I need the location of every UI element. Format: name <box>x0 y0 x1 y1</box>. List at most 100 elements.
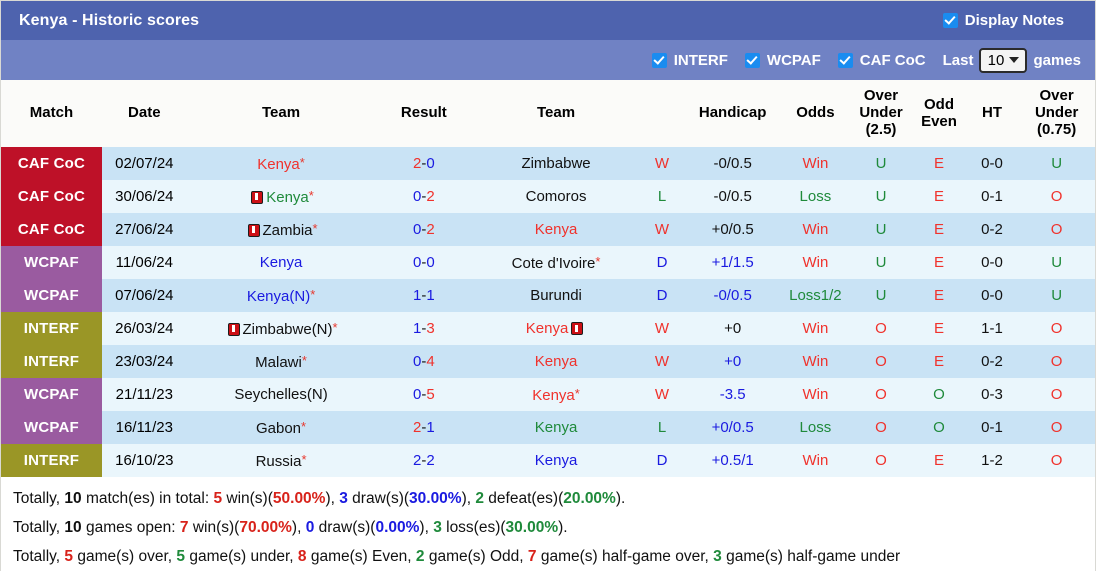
away-team-cell[interactable]: Kenya <box>472 444 640 477</box>
home-team-cell[interactable]: Malawi* <box>186 345 376 378</box>
half-time-score: 0-2 <box>965 213 1019 246</box>
summary-footer: Totally, 10 match(es) in total: 5 win(s)… <box>1 477 1095 577</box>
away-team-cell[interactable]: Cote d'Ivoire* <box>472 246 640 279</box>
home-team-cell[interactable]: Russia* <box>186 444 376 477</box>
odd-even-value: E <box>912 345 966 378</box>
away-team-cell[interactable]: Kenya <box>472 312 640 345</box>
competition-badge[interactable]: CAF CoC <box>1 180 102 213</box>
score-away: 1 <box>426 419 435 436</box>
competition-badge[interactable]: INTERF <box>1 444 102 477</box>
table-row[interactable]: WCPAF 07/06/24 Kenya(N)* 1-1 Burundi D -0/0.5 L… <box>1 279 1095 312</box>
handicap-value: +0 <box>684 312 782 345</box>
table-row[interactable]: WCPAF 16/11/23 Gabon* 2-1 Kenya L +0/0.5 Loss O O… <box>1 411 1095 444</box>
odds-result: Win <box>781 444 850 477</box>
away-team-cell[interactable]: Kenya <box>472 345 640 378</box>
score-away: 1 <box>426 287 435 304</box>
checkbox-icon[interactable] <box>744 52 760 68</box>
team-name: Burundi <box>530 287 582 304</box>
competition-badge[interactable]: INTERF <box>1 345 102 378</box>
away-team-cell[interactable]: Comoros <box>472 180 640 213</box>
competition-badge[interactable]: CAF CoC <box>1 147 102 180</box>
table-row[interactable]: CAF CoC 27/06/24 Zambia* 0-2 Kenya W +0/0.5 Win… <box>1 213 1095 246</box>
asterisk-marker: * <box>308 187 314 203</box>
away-team-cell[interactable]: Zimbabwe <box>472 147 640 180</box>
competition-badge[interactable]: WCPAF <box>1 246 102 279</box>
col-wld <box>639 80 685 147</box>
half-time-score: 0-3 <box>965 378 1019 411</box>
filter-interf[interactable]: INTERF <box>651 52 728 69</box>
result-score[interactable]: 0-4 <box>375 345 473 378</box>
team-name: Kenya <box>532 386 575 404</box>
result-score[interactable]: 1-1 <box>375 279 473 312</box>
away-team-cell[interactable]: Kenya* <box>472 378 640 411</box>
table-row[interactable]: WCPAF 21/11/23 Seychelles(N) 0-5 Kenya* W -3.5… <box>1 378 1095 411</box>
home-team-cell[interactable]: Kenya* <box>186 147 376 180</box>
competition-badge[interactable]: WCPAF <box>1 279 102 312</box>
asterisk-marker: * <box>301 451 307 467</box>
last-games-select[interactable]: 10 <box>979 47 1028 73</box>
handicap-value: +0/0.5 <box>684 411 782 444</box>
result-score[interactable]: 0-5 <box>375 378 473 411</box>
summary-fragment: ). <box>558 519 568 537</box>
home-team-cell[interactable]: Kenya* <box>186 180 376 213</box>
competition-badge[interactable]: CAF CoC <box>1 213 102 246</box>
home-team-cell[interactable]: Seychelles(N) <box>186 378 376 411</box>
result-score[interactable]: 2-1 <box>375 411 473 444</box>
result-score[interactable]: 1-3 <box>375 312 473 345</box>
result-score[interactable]: 0-2 <box>375 180 473 213</box>
result-score[interactable]: 0-2 <box>375 213 473 246</box>
home-team-cell[interactable]: Gabon* <box>186 411 376 444</box>
table-row[interactable]: INTERF 26/03/24 Zimbabwe(N)* 1-3 Kenya W +0 Win… <box>1 312 1095 345</box>
summary-fragment: 5 <box>64 548 74 566</box>
away-team-cell[interactable]: Burundi <box>472 279 640 312</box>
result-score[interactable]: 2-0 <box>375 147 473 180</box>
away-team-cell[interactable]: Kenya <box>472 411 640 444</box>
team-name: Gabon <box>255 419 302 437</box>
display-notes-toggle[interactable]: Display Notes <box>942 12 1064 29</box>
competition-badge[interactable]: WCPAF <box>1 378 102 411</box>
over-under-25-value: U <box>849 279 913 312</box>
summary-fragment: Totally, <box>13 519 65 537</box>
col-line: (2.5) <box>865 120 897 138</box>
home-team-cell[interactable]: Kenya <box>186 246 376 279</box>
checkbox-icon[interactable] <box>942 13 958 28</box>
away-team-cell[interactable]: Kenya <box>472 213 640 246</box>
odds-result: Win <box>781 246 850 279</box>
team-name: Russia <box>255 452 302 470</box>
over-under-075-value: O <box>1018 378 1095 411</box>
result-score[interactable]: 0-0 <box>375 246 473 279</box>
odd-even-value: O <box>912 378 966 411</box>
summary-fragment: 50.00% <box>272 490 326 507</box>
result-score[interactable]: 2-2 <box>375 444 473 477</box>
summary-fragment: 8 <box>297 548 307 566</box>
col-team-away: Team <box>472 80 640 147</box>
table-row[interactable]: CAF CoC 02/07/24 Kenya* 2-0 Zimbabwe W -0/0.5 W… <box>1 147 1095 180</box>
home-team-cell[interactable]: Zimbabwe(N)* <box>186 312 376 345</box>
table-row[interactable]: INTERF 23/03/24 Malawi* 0-4 Kenya W +0 Win O E 0-2… <box>1 345 1095 378</box>
table-row[interactable]: WCPAF 11/06/24 Kenya 0-0 Cote d'Ivoire* D +1/1… <box>1 246 1095 279</box>
table-row[interactable]: CAF CoC 30/06/24 Kenya* 0-2 Comoros L -0/0.5 Lo… <box>1 180 1095 213</box>
filter-bar: INTERF WCPAF CAF CoC Last 10 games <box>1 40 1095 80</box>
competition-badge[interactable]: WCPAF <box>1 411 102 444</box>
filter-wcpaf[interactable]: WCPAF <box>744 52 821 69</box>
asterisk-marker: * <box>299 154 305 170</box>
col-line: Even <box>921 112 957 130</box>
table-row[interactable]: INTERF 16/10/23 Russia* 2-2 Kenya D +0.5/1 Win O… <box>1 444 1095 477</box>
odds-result: Loss <box>781 180 850 213</box>
home-team-cell[interactable]: Kenya(N)* <box>186 279 376 312</box>
home-team-cell[interactable]: Zambia* <box>186 213 376 246</box>
half-time-score: 0-2 <box>965 345 1019 378</box>
summary-fragment: 2 <box>415 548 425 566</box>
filter-caf-coc[interactable]: CAF CoC <box>837 52 926 69</box>
competition-badge[interactable]: INTERF <box>1 312 102 345</box>
red-card-icon <box>247 223 260 237</box>
checkbox-icon[interactable] <box>837 52 853 68</box>
asterisk-marker: * <box>574 385 580 401</box>
match-date: 16/10/23 <box>101 444 187 477</box>
summary-fragment: 5 <box>176 548 186 566</box>
handicap-value: -0/0.5 <box>684 279 782 312</box>
summary-fragment: 30.00% <box>505 519 559 537</box>
summary-fragment: 20.00% <box>563 490 616 507</box>
checkbox-icon[interactable] <box>651 52 667 68</box>
team-name: Kenya <box>259 254 303 271</box>
